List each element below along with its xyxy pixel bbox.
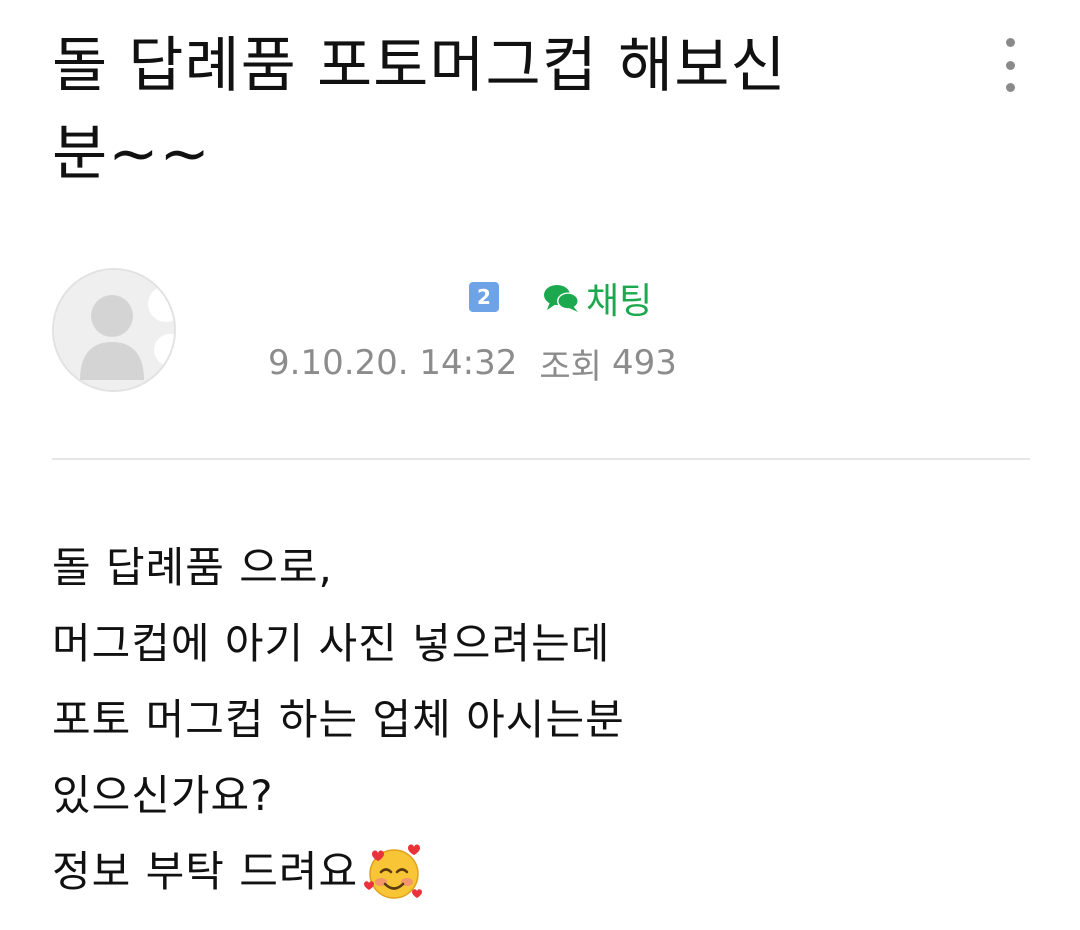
post-header: 돌 답례품 포토머그컵 해보신 분~~ [52, 22, 972, 198]
body-line-last: 정보 부탁 드려요 [52, 834, 1012, 910]
more-vertical-icon-dot-3 [1005, 83, 1015, 92]
post-title: 돌 답례품 포토머그컵 해보신 분~~ [52, 22, 972, 198]
post-body: 돌 답례품 으로, 머그컵에 아기 사진 넣으려는데 포토 머그컵 하는 업체 … [52, 530, 1012, 910]
more-vertical-icon-dot-1 [1005, 38, 1015, 47]
views-count: 493 [611, 343, 677, 383]
body-line-text: 정보 부탁 드려요 [52, 847, 359, 896]
author-name-redacted [200, 272, 465, 322]
author-avatar[interactable] [52, 268, 176, 392]
divider [52, 458, 1030, 460]
more-options-button[interactable] [994, 38, 1026, 92]
body-line: 돌 답례품 으로, [52, 543, 333, 592]
post-meta: 9.10.20. 14:32 조회 493 [268, 338, 677, 388]
chat-button[interactable]: 채팅 [542, 274, 652, 322]
body-line: 머그컵에 아기 사진 넣으려는데 [52, 619, 611, 668]
smiling-face-with-hearts-icon [364, 844, 423, 899]
post-title-line-1: 돌 답례품 포토머그컵 해보신 [52, 31, 787, 101]
default-avatar-icon [54, 270, 174, 390]
body-line: 포토 머그컵 하는 업체 아시는분 [52, 695, 625, 744]
chat-bubble-icon [544, 285, 579, 312]
more-vertical-icon-dot-2 [1005, 60, 1015, 70]
chat-label: 채팅 [586, 281, 653, 322]
author-name[interactable]: 2 [200, 272, 500, 322]
post-date: 9.10.20. 14:32 [268, 343, 518, 383]
body-line: 있으신가요? [52, 771, 274, 820]
member-grade-badge: 2 [469, 282, 499, 312]
views-label: 조회 [539, 346, 602, 387]
post-title-line-2: 분~~ [52, 119, 211, 189]
